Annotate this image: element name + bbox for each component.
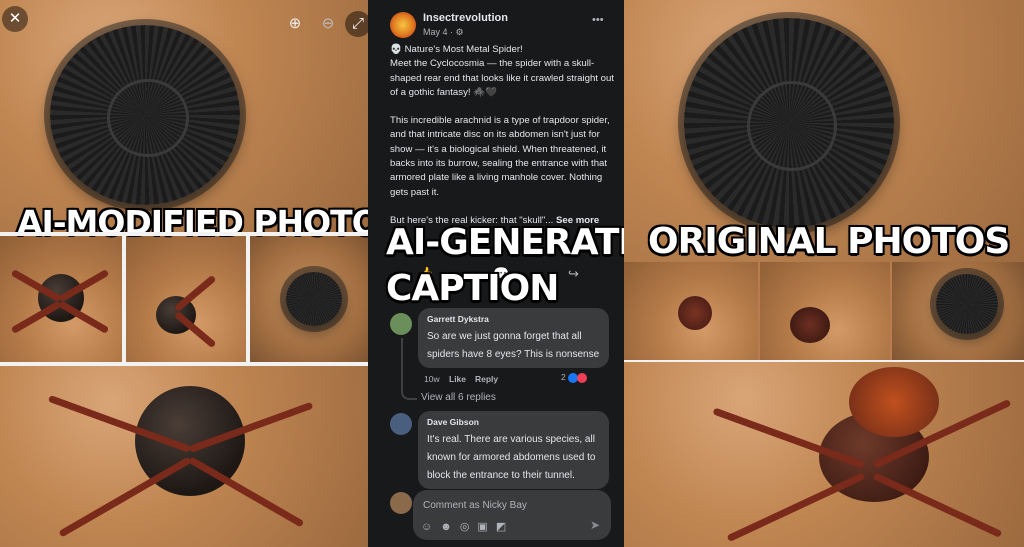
spider-disc	[50, 25, 240, 205]
comment-placeholder: Comment as Nicky Bay	[423, 500, 527, 511]
spider-disc	[286, 272, 342, 326]
page-name[interactable]: Insectrevolution	[423, 12, 508, 24]
comment-author[interactable]: Garrett Dykstra	[427, 314, 600, 324]
reaction-count: 2	[561, 372, 588, 383]
spider-closeup-ai[interactable]	[0, 366, 368, 547]
post-body: 💀 Nature's Most Metal Spider! Meet the C…	[390, 43, 618, 242]
facebook-post-panel: Insectrevolution May 4 · ⚙ ••• 💀 Nature'…	[368, 0, 624, 547]
skull-pattern	[747, 81, 837, 171]
zoom-out-icon[interactable]: ⊖	[315, 11, 341, 37]
sticker-icon[interactable]: ◩	[496, 521, 514, 533]
spider-leg	[726, 472, 866, 543]
photo-divider	[0, 232, 368, 236]
love-reaction-icon	[577, 372, 588, 383]
spider-leg	[58, 456, 192, 538]
photo-divider	[122, 236, 126, 362]
skull-pattern	[107, 79, 189, 157]
thumb-photo-original-2[interactable]	[760, 262, 890, 360]
gif-icon[interactable]: ▣	[477, 521, 495, 533]
user-avatar[interactable]	[390, 492, 412, 514]
comment-1: Garrett Dykstra So are we just gonna for…	[418, 308, 609, 368]
view-replies-link[interactable]: View all 6 replies	[421, 392, 496, 403]
reply-button[interactable]: Reply	[475, 374, 498, 384]
photo-divider	[624, 360, 1024, 362]
original-photos-panel: ORIGINAL PHOTOS	[624, 0, 1024, 547]
send-icon[interactable]: ➤	[590, 518, 600, 532]
spider-leg	[872, 472, 1003, 538]
emoji-icon[interactable]: ☻	[440, 521, 460, 533]
thumb-photo-1[interactable]	[0, 236, 122, 362]
post-paragraph-1: 💀 Nature's Most Metal Spider! Meet the C…	[390, 44, 614, 98]
spider-leg	[173, 274, 217, 313]
avatar[interactable]	[390, 313, 412, 335]
avatar-sticker-icon[interactable]: ☺	[421, 521, 440, 533]
close-icon[interactable]: ✕	[2, 6, 28, 32]
comment-text: It's real. There are various species, al…	[427, 434, 596, 481]
spider-disc	[936, 274, 998, 334]
photo-divider	[0, 362, 368, 366]
spider-abdomen	[849, 367, 939, 437]
ai-modified-photo-panel: ✕ ⊕ ⊖ ⤢ AI-MODIFIED PHOTO	[0, 0, 368, 547]
comment-input[interactable]: Comment as Nicky Bay ☺☻◎▣◩ ➤	[413, 490, 611, 540]
spider-body	[678, 296, 712, 330]
original-photos-caption: ORIGINAL PHOTOS	[648, 221, 1010, 262]
comment-time[interactable]: 10w	[424, 374, 440, 384]
spider-body	[790, 307, 830, 343]
comment-2: Dave Gibson It's real. There are various…	[418, 411, 609, 489]
comment-tools: ☺☻◎▣◩	[421, 520, 514, 533]
comment-text: So are we just gonna forget that all spi…	[427, 331, 600, 360]
thumb-photo-2[interactable]	[126, 236, 246, 362]
comment-author[interactable]: Dave Gibson	[427, 417, 600, 427]
thumb-photo-original-3[interactable]	[892, 262, 1024, 360]
gear-icon: ⚙	[455, 27, 464, 37]
reply-thread-line	[401, 338, 417, 400]
like-button[interactable]: Like	[449, 374, 466, 384]
thumb-photo-original-1[interactable]	[624, 262, 758, 360]
camera-icon[interactable]: ◎	[460, 521, 478, 533]
zoom-in-icon[interactable]: ⊕	[282, 11, 308, 37]
thumb-photo-3[interactable]	[250, 236, 368, 362]
expand-icon[interactable]: ⤢	[345, 11, 368, 37]
disc-photo-ai[interactable]	[0, 0, 368, 232]
spider-disc	[684, 18, 894, 228]
more-options-icon[interactable]: •••	[592, 14, 604, 26]
ai-generated-caption: AI-GENERATEDCAPTION	[386, 222, 624, 309]
avatar[interactable]	[390, 413, 412, 435]
spider-closeup-original[interactable]	[624, 362, 1024, 547]
post-date[interactable]: May 4 · ⚙	[423, 27, 464, 38]
post-paragraph-2: This incredible arachnid is a type of tr…	[390, 115, 610, 198]
photo-divider	[246, 236, 250, 362]
ai-modified-caption: AI-MODIFIED PHOTO	[17, 203, 368, 242]
page-avatar[interactable]	[390, 12, 416, 38]
